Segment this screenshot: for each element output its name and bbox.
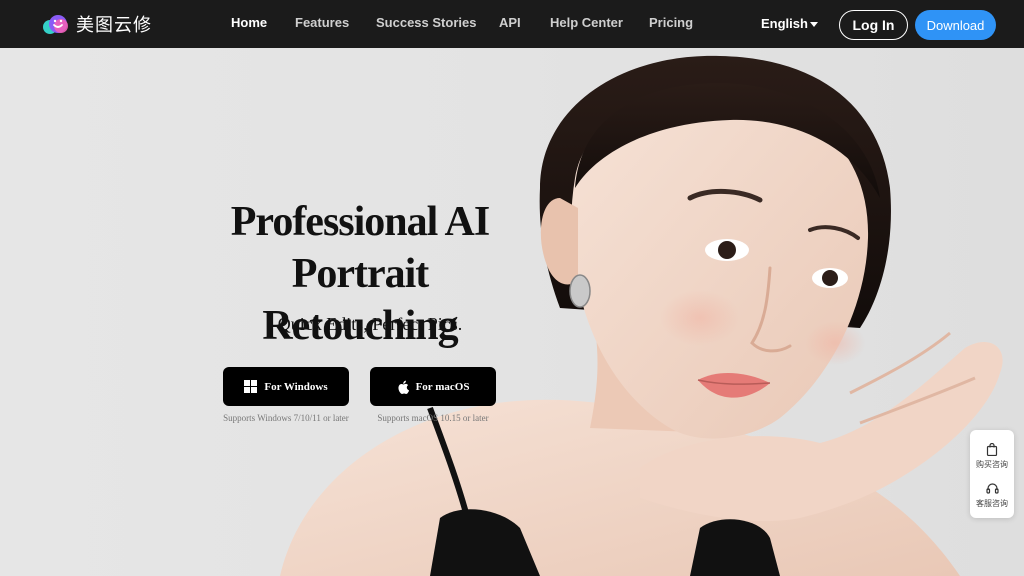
nav-item-pricing[interactable]: Pricing [649,15,693,30]
purchase-consult-label: 购买咨询 [976,459,1008,469]
customer-service-label: 客服咨询 [976,498,1008,508]
macos-support-note: Supports macOS 10.15 or later [377,413,489,423]
nav-item-features[interactable]: Features [295,15,349,30]
download-windows-label: For Windows [264,380,328,393]
language-selector[interactable]: English [761,16,818,31]
nav-item-help-center[interactable]: Help Center [550,15,623,30]
nav-item-success-stories[interactable]: Success Stories [376,15,476,30]
login-button[interactable]: Log In [839,10,908,40]
download-macos-button[interactable]: For macOS [370,367,496,406]
download-windows-button[interactable]: For Windows [223,367,349,406]
brand-logo-text: 美图云修 [76,15,152,36]
customer-service-button[interactable]: 客服咨询 [970,475,1014,515]
floating-contact-widget: 购买咨询 客服咨询 [970,430,1014,518]
top-navigation-bar: 美图云修 Home Features Success Stories API H… [0,0,1024,48]
hero-subtitle: Quick Edits, Perfect Pics. [277,314,463,334]
shopping-bag-icon [986,442,998,456]
nav-item-home[interactable]: Home [231,15,267,30]
language-label: English [761,16,808,31]
hero-title-line-1: Professional AI Portrait [230,199,490,297]
nav-item-api[interactable]: API [499,15,521,30]
brand-logo[interactable]: 美图云修 [42,12,152,36]
apple-icon [398,380,409,394]
brand-logo-mark-icon [43,15,68,34]
windows-support-note: Supports Windows 7/10/11 or later [223,413,349,423]
hero-section: Professional AI Portrait Retouching Quic… [0,48,1024,576]
purchase-consult-button[interactable]: 购买咨询 [970,436,1014,476]
download-button[interactable]: Download [915,10,996,40]
headset-icon [985,482,999,494]
windows-icon [244,380,258,393]
chevron-down-icon [809,22,818,27]
download-macos-label: For macOS [415,380,470,393]
